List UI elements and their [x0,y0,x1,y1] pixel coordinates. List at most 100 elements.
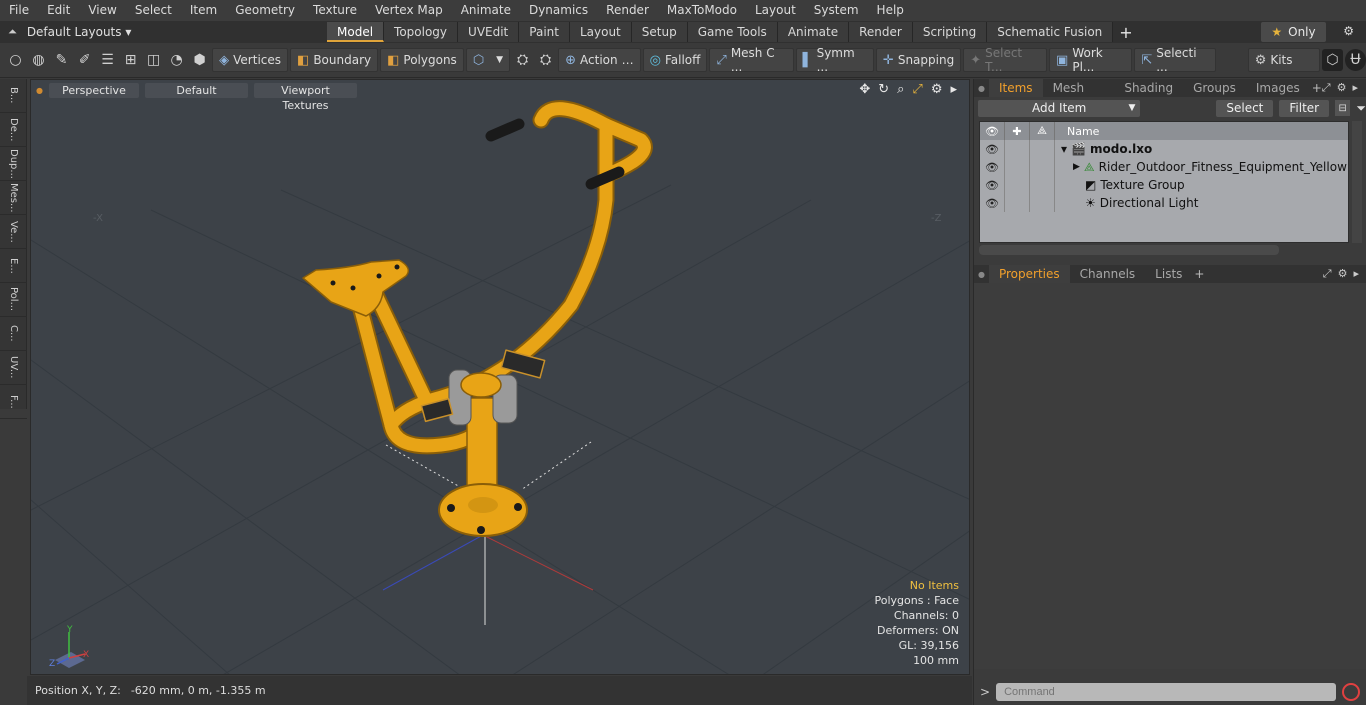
circle-select-icon[interactable]: ○ [5,49,26,71]
left-tab-vertex[interactable]: Ve... [0,215,27,249]
menu-help[interactable]: Help [868,0,913,21]
items-vertical-scrollbar[interactable] [1352,121,1362,243]
menu-dynamics[interactable]: Dynamics [520,0,597,21]
gear-icon[interactable]: ⚙ [1343,24,1354,38]
props-dot-icon[interactable]: ● [978,270,985,279]
orbit-icon[interactable]: ↻ [878,82,889,97]
menu-animate[interactable]: Animate [452,0,520,21]
work-plane-button[interactable]: ▣ Work Pl... [1049,46,1133,74]
tab-scripting[interactable]: Scripting [912,22,988,42]
transform-icon[interactable]: ⊞ [120,49,141,71]
menu-item[interactable]: Item [181,0,226,21]
boundary-button[interactable]: ◧ Boundary [290,48,379,72]
symmetry-button[interactable]: ▌ Symm ... [795,46,874,74]
left-tab-mesh[interactable]: Mes... [0,181,27,215]
brush-icon[interactable]: ✐ [74,49,95,71]
projection-dropdown[interactable]: Perspective [48,82,139,98]
select-through-button[interactable]: ✦ Select T... [963,46,1048,74]
panel-arrow-icon[interactable]: ▸ [1352,81,1358,95]
eye-icon[interactable]: 👁 [980,194,1005,212]
zoom-icon[interactable]: ⌕ [897,82,904,97]
kits-button[interactable]: ⚙ Kits [1247,48,1320,72]
menu-select[interactable]: Select [126,0,181,21]
tab-shading[interactable]: Shading [1114,79,1183,97]
vertices-button[interactable]: ◈ Vertices [212,48,289,72]
filter-button[interactable]: Filter [1279,99,1330,117]
pan-icon[interactable]: ✥ [859,82,870,97]
3d-viewport[interactable]: Y X Z ● Perspective Default Viewport Tex… [30,79,970,675]
funnel-icon[interactable]: ⏷ [1356,101,1366,116]
menu-layout[interactable]: Layout [746,0,805,21]
tab-render[interactable]: Render [849,22,913,42]
tab-uvedit[interactable]: UVEdit [458,22,520,42]
tab-mesh-ops[interactable]: Mesh Ops [1043,79,1115,113]
tab-topology[interactable]: Topology [384,22,459,42]
tab-game-tools[interactable]: Game Tools [687,22,778,42]
snapping-button[interactable]: ✛ Snapping [875,48,962,72]
list-item[interactable]: 👁 ▶ ⟁ Rider_Outdoor_Fitness_Equipment_Yell… [980,158,1348,176]
record-icon[interactable] [1342,683,1361,701]
shading-dropdown[interactable]: Default [144,82,248,98]
left-tab-fusion[interactable]: F... [0,385,27,419]
props-gear-icon[interactable]: ⚙ [1338,267,1348,281]
list-item[interactable]: 👁 ◩ Texture Group [980,176,1348,194]
tab-images[interactable]: Images [1246,79,1310,97]
tab-items[interactable]: Items [988,79,1043,97]
viewport-textures-dropdown[interactable]: Viewport Textures [253,82,357,112]
add-item-button[interactable]: Add Item ▼ [978,99,1141,117]
lock-column-icon[interactable]: ✚ [1005,122,1030,140]
menu-view[interactable]: View [79,0,125,21]
only-button[interactable]: ★ Only [1261,22,1326,42]
add-tab-icon[interactable]: + [1119,23,1132,42]
pen-icon[interactable]: ✎ [51,49,72,71]
collapse-icon[interactable]: ⊟ [1335,100,1351,116]
props-arrow-icon[interactable]: ▸ [1353,267,1359,281]
menu-edit[interactable]: Edit [38,0,79,21]
tab-groups[interactable]: Groups [1183,79,1246,97]
left-tab-polygon[interactable]: Pol... [0,283,27,317]
expand-icon[interactable]: ⤢ [1322,81,1331,95]
menu-render[interactable]: Render [597,0,658,21]
add-props-tab-icon[interactable]: + [1194,267,1204,281]
viewport-settings-icon[interactable]: ⚙ [931,82,943,97]
tab-setup[interactable]: Setup [631,22,688,42]
select-button[interactable]: Select [1216,99,1274,117]
unreal-icon[interactable]: Ʉ [1344,49,1366,71]
falloff-button[interactable]: ◎ Falloff [642,48,708,72]
unity-icon[interactable]: ⬡ [1321,49,1343,71]
left-tab-basic[interactable]: B... [0,79,27,113]
menu-vertex-map[interactable]: Vertex Map [366,0,452,21]
menu-texture[interactable]: Texture [304,0,366,21]
mesh-constraint-button[interactable]: ⤢ Mesh C ... [709,46,794,74]
add-panel-tab-icon[interactable]: + [1312,81,1322,95]
tab-properties[interactable]: Properties [988,265,1070,283]
panel-gear-icon[interactable]: ⚙ [1337,81,1347,95]
tab-model[interactable]: Model [327,22,385,42]
list-item[interactable]: 👁 ☀ Directional Light [980,194,1348,212]
element-icon[interactable]: ◫ [143,49,164,71]
globe-icon[interactable]: ◍ [28,49,49,71]
menu-system[interactable]: System [805,0,868,21]
layouts-selector[interactable]: ⏶ Default Layouts ▾ [0,21,300,43]
tab-channels[interactable]: Channels [1070,265,1146,283]
collapse-triangle-icon[interactable]: ▶ [1073,162,1080,172]
panel-dot-icon[interactable]: ● [978,84,985,93]
polygons-button[interactable]: ◧ Polygons [380,48,464,72]
items-horizontal-scrollbar[interactable] [979,245,1279,255]
menu-geometry[interactable]: Geometry [226,0,304,21]
snap-mesh-icon[interactable]: ⛭ [512,49,533,71]
eye-icon[interactable]: 👁 [980,140,1005,158]
list-item[interactable]: 👁 ▾ 🎬 modo.lxo [980,140,1348,158]
eye-icon[interactable]: 👁 [980,176,1005,194]
expand-right-icon[interactable]: ▸ [950,82,957,97]
tab-animate[interactable]: Animate [777,22,850,42]
left-tab-edge[interactable]: E... [0,249,27,283]
tab-schematic-fusion[interactable]: Schematic Fusion [987,22,1114,42]
left-tab-deform[interactable]: De... [0,113,27,147]
left-tab-duplicate[interactable]: Dup... [0,147,27,181]
eye-icon[interactable]: 👁 [980,158,1005,176]
type-column-icon[interactable]: ⟁ [1030,122,1055,140]
tab-layout[interactable]: Layout [569,22,632,42]
tab-lists[interactable]: Lists [1145,265,1192,283]
left-tab-uv[interactable]: UV... [0,351,27,385]
